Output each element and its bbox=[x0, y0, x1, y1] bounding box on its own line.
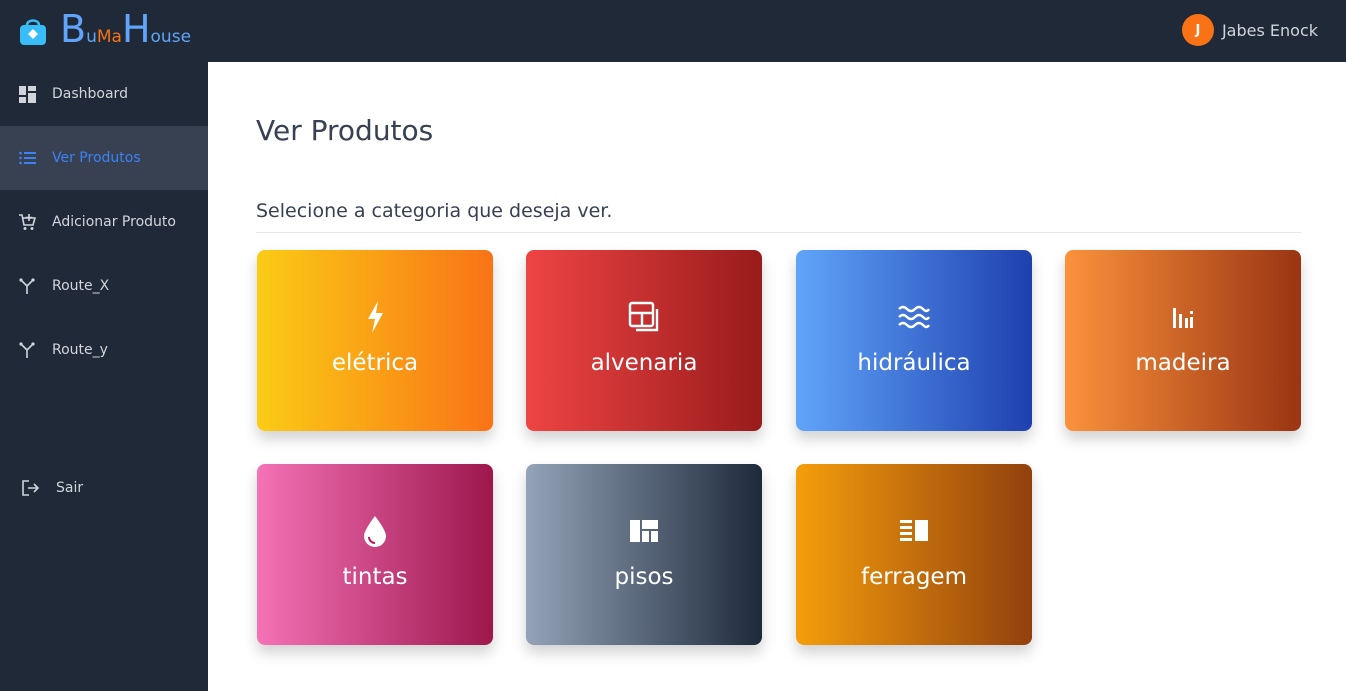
category-card-pisos[interactable]: pisos bbox=[526, 464, 762, 645]
sidebar-item-adicionar-produto[interactable]: Adicionar Produto bbox=[0, 190, 208, 254]
sidebar: Dashboard Ver Produtos Adicionar Produto bbox=[0, 62, 208, 691]
sidebar-item-route-x[interactable]: Route_X bbox=[0, 254, 208, 318]
shopping-bag-icon bbox=[20, 19, 46, 45]
avatar: J bbox=[1181, 14, 1214, 46]
category-label: pisos bbox=[614, 564, 674, 590]
sidebar-item-label: Route_y bbox=[52, 342, 108, 358]
divider bbox=[256, 232, 1301, 233]
category-card-eletrica[interactable]: elétrica bbox=[257, 250, 493, 431]
top-bar: BuMaHouse J Jabes Enock bbox=[0, 0, 1346, 62]
sidebar-item-label: Ver Produtos bbox=[52, 150, 141, 166]
page-title: Ver Produtos bbox=[256, 114, 434, 147]
sidebar-item-label: Dashboard bbox=[52, 86, 128, 102]
sidebar-item-label: Route_X bbox=[52, 278, 110, 294]
page-subtitle: Selecione a categoria que deseja ver. bbox=[256, 200, 613, 222]
category-card-alvenaria[interactable]: alvenaria bbox=[526, 250, 762, 431]
category-card-tintas[interactable]: tintas bbox=[257, 464, 493, 645]
category-label: alvenaria bbox=[590, 350, 698, 376]
route-icon bbox=[18, 341, 36, 359]
category-label: madeira bbox=[1135, 350, 1231, 376]
sidebar-item-label: Adicionar Produto bbox=[52, 214, 176, 230]
water-icon bbox=[897, 300, 931, 334]
category-label: hidráulica bbox=[857, 350, 971, 376]
logout-label: Sair bbox=[56, 480, 84, 496]
category-label: elétrica bbox=[331, 350, 419, 376]
layout-icon bbox=[627, 300, 661, 334]
category-card-madeira[interactable]: madeira bbox=[1065, 250, 1301, 431]
brand-logo[interactable]: BuMaHouse bbox=[18, 10, 191, 52]
sidebar-item-dashboard[interactable]: Dashboard bbox=[0, 62, 208, 126]
main-content: Ver Produtos Selecione a categoria que d… bbox=[208, 62, 1346, 691]
category-label: tintas bbox=[342, 564, 408, 590]
category-label: ferragem bbox=[860, 564, 967, 590]
category-card-ferragem[interactable]: ferragem bbox=[796, 464, 1032, 645]
sidebar-item-route-y[interactable]: Route_y bbox=[0, 318, 208, 382]
cart-add-icon bbox=[18, 213, 36, 231]
category-card-hidraulica[interactable]: hidráulica bbox=[796, 250, 1032, 431]
dashboard-icon bbox=[18, 85, 36, 103]
list-icon bbox=[18, 149, 36, 167]
lightning-icon bbox=[358, 300, 392, 334]
panel-icon bbox=[897, 514, 931, 548]
tiles-icon bbox=[627, 514, 661, 548]
logout-icon bbox=[22, 479, 40, 497]
user-name: Jabes Enock bbox=[1221, 20, 1318, 40]
drop-icon bbox=[358, 514, 392, 548]
brand-name: BuMaHouse bbox=[60, 7, 192, 51]
logout-button[interactable]: Sair bbox=[0, 456, 208, 520]
sidebar-item-ver-produtos[interactable]: Ver Produtos bbox=[0, 126, 208, 190]
bars-icon bbox=[1166, 300, 1200, 334]
route-icon bbox=[18, 277, 36, 295]
user-menu[interactable]: J Jabes Enock bbox=[1181, 14, 1318, 46]
